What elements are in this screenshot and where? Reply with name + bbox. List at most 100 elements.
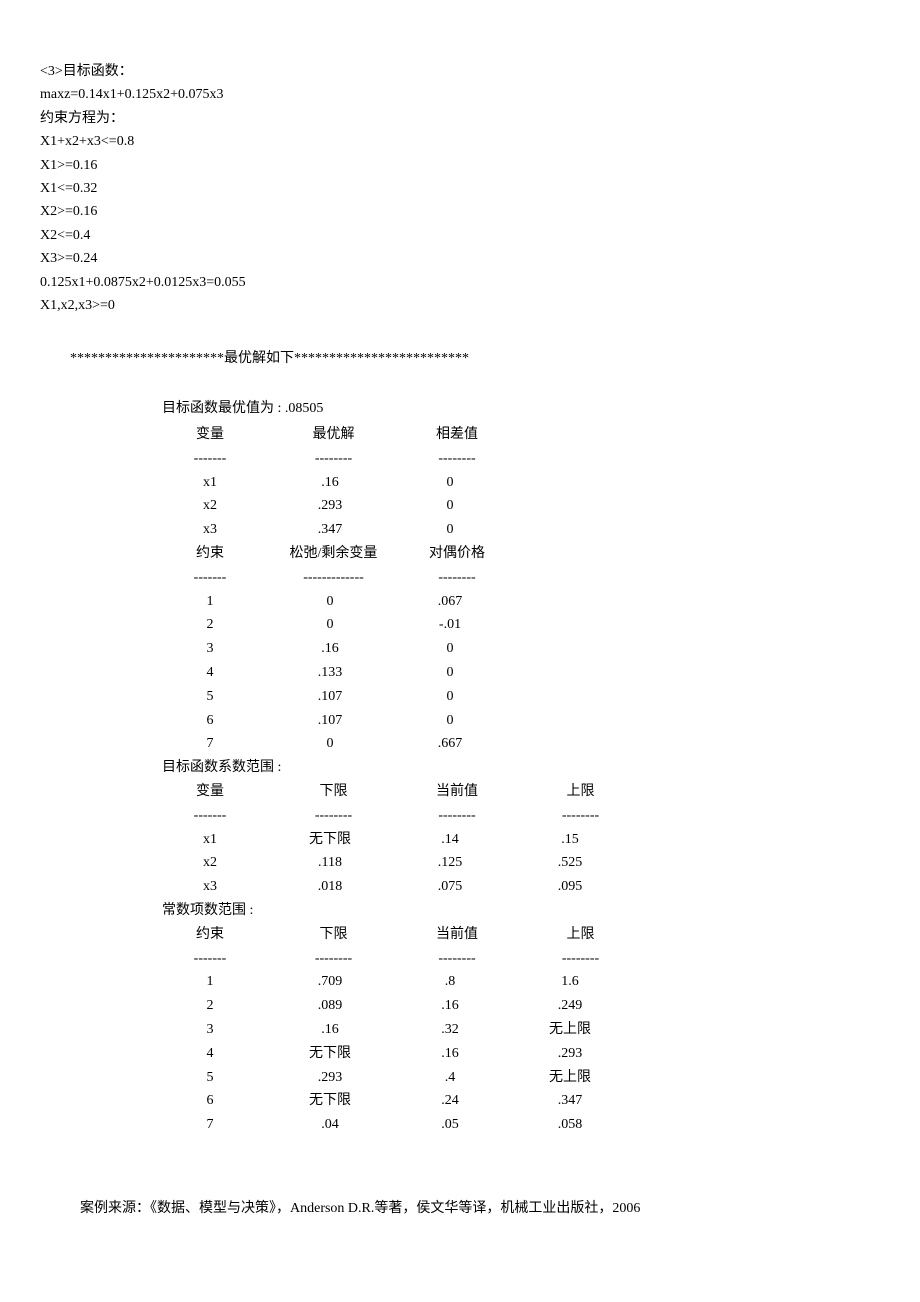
table-cell: x1 (150, 471, 270, 495)
table-cell: .16 (270, 1018, 390, 1042)
problem-line: 0.125x1+0.0875x2+0.0125x3=0.055 (40, 272, 880, 294)
table-row: x1.160 (150, 471, 880, 495)
table-row: 70.667 (150, 732, 880, 756)
table-cell: x3 (150, 518, 270, 542)
table-cell: 0 (390, 661, 510, 685)
table-row: 3.160 (150, 637, 880, 661)
table-row: 5.1070 (150, 685, 880, 709)
table-cell: .118 (270, 851, 390, 875)
rhs-range-title: 常数项数范围 : (162, 899, 880, 923)
divider: -------- (397, 804, 517, 828)
header-optimal: 最优解 (274, 423, 394, 447)
table-cell: 7 (150, 1113, 270, 1137)
table-row: x3.3470 (150, 518, 880, 542)
table-row: 6无下限.24.347 (150, 1089, 880, 1113)
divider: -------- (274, 947, 394, 971)
problem-line: X1>=0.16 (40, 155, 880, 177)
divider: ------- (150, 947, 270, 971)
table-cell: 0 (390, 494, 510, 518)
problem-line: X3>=0.24 (40, 248, 880, 270)
table-cell: .347 (270, 518, 390, 542)
table-cell: .16 (390, 994, 510, 1018)
table-cell: .4 (390, 1066, 510, 1090)
table-cell: 0 (270, 590, 390, 614)
table-cell: 0 (390, 709, 510, 733)
table-cell: .709 (270, 970, 390, 994)
table-cell: 无上限 (510, 1018, 630, 1042)
header-upper: 上限 (521, 923, 641, 947)
header-variable: 变量 (150, 423, 270, 447)
problem-definition: <3>目标函数： maxz=0.14x1+0.125x2+0.075x3 约束方… (40, 61, 880, 317)
table-cell: x2 (150, 494, 270, 518)
table-cell: .018 (270, 875, 390, 899)
table-cell: .8 (390, 970, 510, 994)
table-cell: .16 (270, 471, 390, 495)
table-cell: .293 (270, 494, 390, 518)
table-cell: 3 (150, 1018, 270, 1042)
table-cell: 0 (270, 613, 390, 637)
divider: -------- (521, 947, 641, 971)
table-cell: .089 (270, 994, 390, 1018)
table-row: 10.067 (150, 590, 880, 614)
result-header: **********************最优解如下*************… (70, 347, 880, 367)
table-cell: .293 (270, 1066, 390, 1090)
rhs-range-headers: 约束 下限 当前值 上限 (150, 923, 880, 947)
table-cell: .107 (270, 709, 390, 733)
table-row: x3.018.075.095 (150, 875, 880, 899)
header-current: 当前值 (397, 923, 517, 947)
header-slack: 松弛/剩余变量 (274, 542, 394, 566)
header-reduced: 相差值 (397, 423, 517, 447)
table-row: 4.1330 (150, 661, 880, 685)
table-cell: 无上限 (510, 1066, 630, 1090)
table-cell: .107 (270, 685, 390, 709)
table-row: 20-.01 (150, 613, 880, 637)
optimal-value-title: 目标函数最优值为 : .08505 (162, 397, 880, 421)
obj-range-title: 目标函数系数范围 : (162, 756, 880, 780)
table-cell: .075 (390, 875, 510, 899)
divider-row: ------- ------------- -------- (150, 566, 880, 590)
divider: -------- (397, 947, 517, 971)
problem-line: maxz=0.14x1+0.125x2+0.075x3 (40, 84, 880, 106)
slack-headers: 约束 松弛/剩余变量 对偶价格 (150, 542, 880, 566)
table-cell: 0 (270, 732, 390, 756)
table-cell: 无下限 (270, 1089, 390, 1113)
table-row: 3.16.32无上限 (150, 1018, 880, 1042)
table-cell: -.01 (390, 613, 510, 637)
citation-footer: 案例来源：《数据、模型与决策》，Anderson D.R.等著，侯文华等译，机械… (80, 1197, 880, 1217)
divider: -------- (521, 804, 641, 828)
problem-line: X2>=0.16 (40, 201, 880, 223)
table-row: x2.2930 (150, 494, 880, 518)
table-row: 6.1070 (150, 709, 880, 733)
table-cell: 1.6 (510, 970, 630, 994)
solution-report: 目标函数最优值为 : .08505 变量 最优解 相差值 ------- ---… (150, 397, 880, 1137)
header-lower: 下限 (274, 780, 394, 804)
problem-line: X1,x2,x3>=0 (40, 295, 880, 317)
header-upper: 上限 (521, 780, 641, 804)
divider: -------- (274, 447, 394, 471)
table-cell: .347 (510, 1089, 630, 1113)
problem-line: <3>目标函数： (40, 61, 880, 83)
table-row: 2.089.16.249 (150, 994, 880, 1018)
table-cell: 2 (150, 994, 270, 1018)
table-cell: .05 (390, 1113, 510, 1137)
divider: ------- (150, 447, 270, 471)
table-cell: 1 (150, 970, 270, 994)
table-cell: 1 (150, 590, 270, 614)
divider-row: ------- -------- -------- -------- (150, 804, 880, 828)
table-cell: .16 (270, 637, 390, 661)
divider-row: ------- -------- -------- (150, 447, 880, 471)
header-lower: 下限 (274, 923, 394, 947)
table-row: 5.293.4无上限 (150, 1066, 880, 1090)
header-constraint: 约束 (150, 923, 270, 947)
divider: -------- (397, 447, 517, 471)
table-cell: 7 (150, 732, 270, 756)
divider: -------- (397, 566, 517, 590)
table-cell: 6 (150, 709, 270, 733)
table-cell: .04 (270, 1113, 390, 1137)
table-cell: .293 (510, 1042, 630, 1066)
table-cell: .133 (270, 661, 390, 685)
table-row: x2.118.125.525 (150, 851, 880, 875)
divider: ------- (150, 804, 270, 828)
table-cell: .095 (510, 875, 630, 899)
table-cell: 0 (390, 637, 510, 661)
